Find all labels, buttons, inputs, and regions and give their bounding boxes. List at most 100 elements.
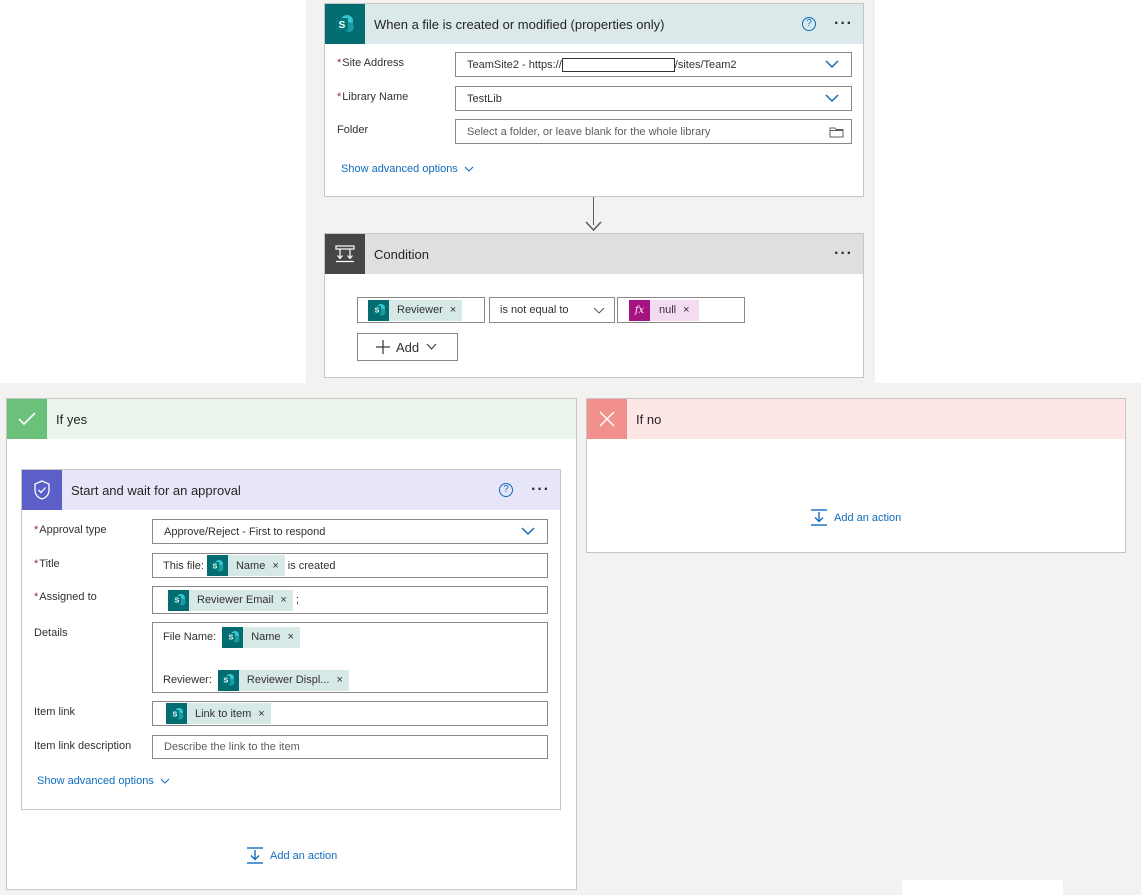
add-an-action-label: Add an action	[270, 849, 338, 862]
sharepoint-icon: S	[206, 555, 228, 576]
token-label: Reviewer Displ...	[246, 674, 330, 686]
close-icon[interactable]: ×	[280, 594, 286, 606]
site-address-dropdown[interactable]: TeamSite2 - https:// /sites/Team2	[455, 52, 852, 77]
details-line-file: File Name: S Name ×	[163, 626, 303, 648]
close-icon[interactable]: ×	[288, 631, 294, 643]
connector-arrow-icon	[585, 221, 602, 232]
svg-text:S: S	[224, 678, 229, 685]
condition-header[interactable]: Condition ···	[325, 234, 863, 274]
chevron-down-icon	[464, 166, 474, 172]
token-label: Link to item	[195, 707, 252, 720]
sharepoint-icon: S	[325, 4, 365, 44]
library-name-value: TestLib	[467, 92, 502, 105]
svg-text:S: S	[228, 635, 233, 642]
show-advanced-options-link[interactable]: Show advanced options	[341, 163, 474, 175]
token-label: Reviewer Email	[197, 594, 274, 606]
chevron-down-icon[interactable]	[825, 59, 839, 69]
link-to-item-token[interactable]: S Link to item ×	[166, 703, 271, 724]
svg-text:S: S	[172, 711, 177, 718]
close-icon[interactable]: ×	[683, 304, 689, 316]
trigger-card: S When a file is created or modified (pr…	[324, 3, 864, 197]
more-options-icon[interactable]: ···	[531, 482, 550, 498]
token-label: null	[659, 304, 677, 316]
condition-icon	[325, 234, 365, 274]
trigger-title: When a file is created or modified (prop…	[374, 16, 665, 32]
library-name-dropdown[interactable]: TestLib	[455, 86, 852, 111]
folder-icon[interactable]	[829, 126, 844, 138]
approval-icon	[22, 470, 62, 510]
chevron-down-icon[interactable]	[521, 526, 535, 536]
library-name-label: *Library Name	[337, 91, 409, 103]
more-options-icon[interactable]: ···	[834, 246, 853, 262]
condition-right-operand[interactable]: fx null ×	[617, 297, 745, 323]
add-action-icon	[247, 847, 263, 864]
name-token[interactable]: S Name ×	[222, 626, 300, 648]
if-no-branch: If no Add an action	[586, 398, 1126, 553]
add-button-label: Add	[396, 339, 420, 355]
condition-title: Condition	[374, 246, 429, 262]
approval-card: Start and wait for an approval ? ··· *Ap…	[21, 469, 561, 810]
folder-label: Folder	[337, 124, 369, 136]
condition-left-operand[interactable]: S Reviewer ×	[357, 297, 485, 323]
sharepoint-icon: S	[222, 626, 244, 648]
if-no-header[interactable]: If no	[587, 399, 1125, 439]
close-icon[interactable]: ×	[336, 674, 342, 686]
site-address-prefix: TeamSite2 - https://	[467, 58, 562, 71]
svg-text:S: S	[174, 598, 179, 605]
details-file-label: File Name:	[163, 631, 217, 643]
approval-type-label: *Approval type	[34, 524, 107, 536]
title-label: *Title	[34, 558, 60, 570]
svg-text:S: S	[213, 563, 218, 570]
checkmark-icon	[7, 399, 47, 439]
add-an-action-link[interactable]: Add an action	[810, 509, 901, 526]
more-options-icon[interactable]: ···	[834, 16, 853, 32]
token-label: Name	[251, 631, 281, 643]
help-icon[interactable]: ?	[499, 483, 514, 497]
help-icon[interactable]: ?	[802, 17, 817, 31]
chevron-down-icon[interactable]	[825, 93, 839, 103]
token-label: Name	[235, 559, 266, 572]
close-icon[interactable]: ×	[450, 304, 456, 316]
reviewer-display-token[interactable]: S Reviewer Displ... ×	[217, 669, 349, 691]
svg-text:S: S	[374, 308, 379, 315]
title-field[interactable]: This file: S Name × is created	[152, 553, 548, 578]
add-button[interactable]: Add	[357, 333, 458, 361]
approval-header[interactable]: Start and wait for an approval ? ···	[22, 470, 560, 510]
item-link-description-label: Item link description	[34, 740, 132, 752]
redacted-block	[561, 57, 675, 72]
add-an-action-link[interactable]: Add an action	[246, 847, 337, 864]
svg-text:S: S	[339, 20, 346, 31]
trigger-header[interactable]: S When a file is created or modified (pr…	[325, 4, 863, 44]
item-link-description-placeholder: Describe the link to the item	[164, 741, 300, 753]
if-yes-header[interactable]: If yes	[7, 399, 576, 439]
details-reviewer-label: Reviewer:	[163, 674, 212, 686]
token-label: Reviewer	[397, 304, 443, 316]
folder-input[interactable]: Select a folder, or leave blank for the …	[455, 119, 852, 144]
details-field[interactable]: File Name: S Name × Reviewer: S Reviewer…	[152, 622, 548, 693]
add-action-icon	[811, 509, 827, 526]
approval-type-dropdown[interactable]: Approve/Reject - First to respond	[152, 519, 548, 544]
close-icon[interactable]: ×	[272, 560, 278, 572]
close-icon	[587, 399, 627, 439]
approval-type-value: Approve/Reject - First to respond	[164, 525, 326, 538]
add-an-action-label: Add an action	[834, 511, 902, 524]
sharepoint-icon: S	[168, 589, 189, 611]
if-no-title: If no	[636, 411, 662, 427]
folder-placeholder: Select a folder, or leave blank for the …	[467, 125, 711, 138]
close-icon[interactable]: ×	[258, 708, 264, 720]
item-link-description-input[interactable]: Describe the link to the item	[152, 735, 548, 759]
show-advanced-options-link[interactable]: Show advanced options	[37, 775, 170, 787]
operator-dropdown[interactable]: is not equal to	[489, 297, 615, 323]
reviewer-token[interactable]: S Reviewer ×	[368, 299, 463, 321]
sharepoint-icon: S	[166, 703, 187, 724]
sharepoint-icon: S	[368, 299, 389, 321]
reviewer-email-token[interactable]: S Reviewer Email ×	[168, 589, 293, 611]
if-yes-title: If yes	[56, 411, 88, 427]
assigned-to-field[interactable]: S Reviewer Email × ;	[152, 586, 548, 614]
null-expression-token[interactable]: fx null ×	[629, 299, 699, 321]
details-line-reviewer: Reviewer: S Reviewer Displ... ×	[163, 669, 352, 691]
fx-icon: fx	[629, 299, 650, 321]
item-link-field[interactable]: S Link to item ×	[152, 701, 548, 726]
chevron-down-icon	[426, 343, 437, 350]
name-token[interactable]: S Name ×	[206, 555, 285, 576]
